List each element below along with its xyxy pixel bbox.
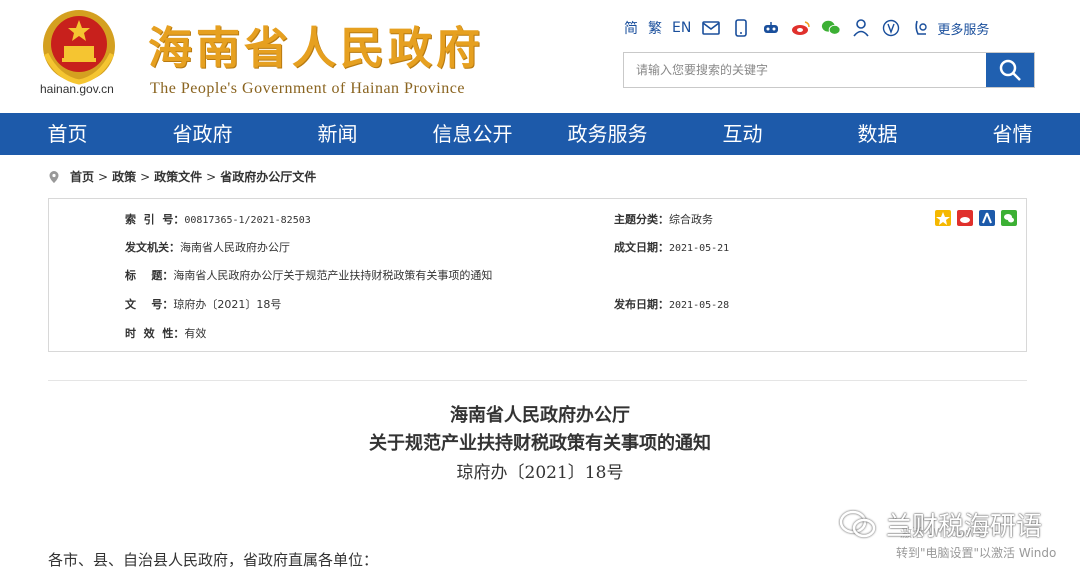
- created-date-label: 成文日期：: [614, 241, 669, 254]
- elderly-mode-icon[interactable]: [911, 18, 931, 38]
- topic-label: 主题分类：: [614, 213, 669, 226]
- national-emblem-icon[interactable]: [38, 6, 120, 86]
- published-date-label: 发布日期：: [614, 298, 669, 311]
- wechat-watermark-icon: [839, 510, 876, 537]
- main-nav: 首页 省政府 新闻 信息公开 政务服务 互动 数据 省情: [0, 113, 1080, 155]
- validity-value: 有效: [184, 327, 207, 340]
- header-toolbar: 简 繁 EN 更多服务: [624, 18, 989, 38]
- weibo-icon[interactable]: [791, 18, 811, 38]
- nav-home[interactable]: 首页: [0, 113, 135, 155]
- published-date-row: 发布日期：2021-05-28: [614, 296, 729, 312]
- topic-row: 主题分类：综合政务: [614, 211, 713, 227]
- lang-simplified-link[interactable]: 简: [624, 18, 638, 38]
- mail-icon[interactable]: [701, 18, 721, 38]
- document-number-value: 琼府办〔2021〕18号: [173, 298, 282, 311]
- document-number: 琼府办〔2021〕18号: [456, 463, 624, 483]
- title-row: 标 题：海南省人民政府办公厅关于规范产业扶持财税政策有关事项的通知: [125, 267, 492, 283]
- created-date-value: 2021-05-21: [669, 243, 730, 254]
- more-services-link[interactable]: 更多服务: [937, 19, 989, 38]
- breadcrumb-policy-documents[interactable]: 政策文件: [154, 168, 202, 185]
- document-salutation: 各市、县、自治县人民政府，省政府直属各单位：: [48, 551, 379, 569]
- lang-traditional-link[interactable]: 繁: [648, 18, 662, 38]
- share-buttons: [935, 210, 1017, 226]
- user-icon[interactable]: [851, 18, 871, 38]
- search-input[interactable]: [624, 53, 986, 87]
- title-label: 标 题：: [125, 269, 174, 282]
- share-qzone-icon[interactable]: [935, 210, 951, 226]
- document-title-line2: 关于规范产业扶持财税政策有关事项的通知: [369, 433, 711, 454]
- share-wechat-icon[interactable]: [1001, 210, 1017, 226]
- site-title[interactable]: 海南省人民政府: [148, 12, 484, 76]
- title-value: 海南省人民政府办公厅关于规范产业扶持财税政策有关事项的通知: [173, 269, 493, 282]
- nav-provincial-overview[interactable]: 省情: [945, 113, 1080, 155]
- created-date-row: 成文日期：2021-05-21: [614, 239, 729, 255]
- issuer-row: 发文机关：海南省人民政府办公厅: [125, 239, 290, 255]
- index-number-label: 索 引 号：: [125, 213, 185, 226]
- document-title-line1: 海南省人民政府办公厅: [450, 405, 630, 426]
- breadcrumb-home[interactable]: 首页: [70, 168, 94, 185]
- breadcrumb-separator: >: [98, 169, 109, 184]
- share-weibo-icon[interactable]: [957, 210, 973, 226]
- search-box: [623, 52, 1035, 88]
- nav-government-services[interactable]: 政务服务: [540, 113, 675, 155]
- document-info-box: 索 引 号：00817365-1/2021-82503 发文机关：海南省人民政府…: [48, 198, 1027, 352]
- windows-activation-notice: 转到"电脑设置"以激活 Windo: [896, 546, 1057, 560]
- robot-icon[interactable]: [761, 18, 781, 38]
- content-divider: [48, 380, 1027, 381]
- site-header: hainan.gov.cn 海南省人民政府 The People's Gover…: [0, 0, 1080, 113]
- validity-label: 时 效 性：: [125, 327, 185, 340]
- search-button[interactable]: [986, 53, 1034, 87]
- mobile-icon[interactable]: [731, 18, 751, 38]
- issuer-label: 发文机关：: [125, 241, 180, 254]
- wechat-watermark-text: 兰财税海研语: [886, 512, 1043, 542]
- nav-provincial-government[interactable]: 省政府: [135, 113, 270, 155]
- breadcrumb: 首页 > 政策 > 政策文件 > 省政府办公厅文件: [48, 168, 316, 185]
- location-pin-icon: [49, 170, 59, 183]
- breadcrumb-policy[interactable]: 政策: [112, 168, 136, 185]
- index-number-row: 索 引 号：00817365-1/2021-82503: [125, 211, 311, 227]
- nav-interaction[interactable]: 互动: [675, 113, 810, 155]
- wechat-icon[interactable]: [821, 18, 841, 38]
- share-renren-icon[interactable]: [979, 210, 995, 226]
- breadcrumb-separator: >: [206, 169, 217, 184]
- topic-value: 综合政务: [669, 213, 713, 226]
- validity-row: 时 效 性：有效: [125, 325, 206, 341]
- issuer-value: 海南省人民政府办公厅: [180, 241, 290, 254]
- document-number-label: 文 号：: [125, 298, 174, 311]
- wechat-watermark: 兰财税海研语: [838, 506, 1042, 543]
- accessibility-icon[interactable]: [881, 18, 901, 38]
- published-date-value: 2021-05-28: [669, 300, 730, 311]
- breadcrumb-separator: >: [140, 169, 151, 184]
- domain-label: hainan.gov.cn: [40, 82, 114, 96]
- search-icon: [999, 59, 1021, 81]
- breadcrumb-office-documents[interactable]: 省政府办公厅文件: [220, 168, 316, 185]
- lang-english-link[interactable]: EN: [672, 20, 691, 36]
- nav-news[interactable]: 新闻: [270, 113, 405, 155]
- index-number-value: 00817365-1/2021-82503: [184, 215, 311, 226]
- nav-information-disclosure[interactable]: 信息公开: [405, 113, 540, 155]
- site-subtitle: The People's Government of Hainan Provin…: [150, 80, 465, 97]
- document-number-row: 文 号：琼府办〔2021〕18号: [125, 296, 281, 312]
- nav-data[interactable]: 数据: [810, 113, 945, 155]
